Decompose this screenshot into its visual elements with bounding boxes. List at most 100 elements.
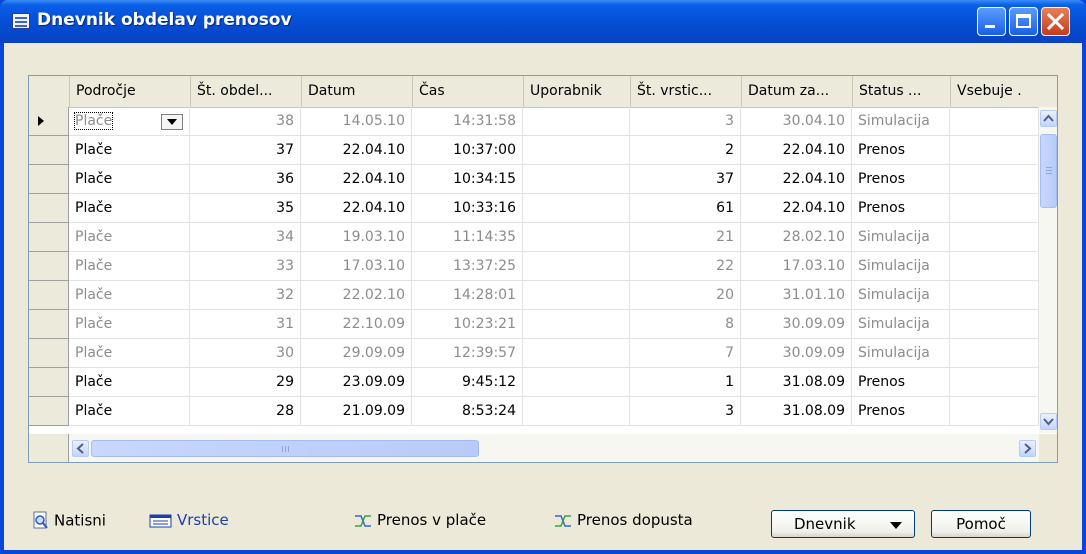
cell-status[interactable]: Prenos [852, 136, 950, 165]
cell-uporabnik[interactable] [523, 397, 630, 426]
row-selector[interactable] [29, 165, 69, 194]
cell-datum[interactable]: 19.03.10 [301, 223, 412, 252]
minimize-button[interactable] [977, 7, 1006, 36]
col-header-datum[interactable]: Datum [301, 76, 412, 107]
cell-status[interactable]: Simulacija [852, 281, 950, 310]
cell-datum-za[interactable]: 31.08.09 [741, 368, 852, 397]
table-row[interactable]: Plače 31 22.10.09 10:23:21 8 30.09.09 Simulaci… [29, 310, 1039, 339]
cell-vrstic[interactable]: 3 [630, 107, 741, 136]
cell-uporabnik[interactable] [523, 194, 630, 223]
cell-datum[interactable]: 22.10.09 [301, 310, 412, 339]
maximize-button[interactable] [1009, 7, 1038, 36]
cell-uporabnik[interactable] [523, 165, 630, 194]
cell-vrstic[interactable]: 22 [630, 252, 741, 281]
cell-cas[interactable]: 9:45:12 [412, 368, 523, 397]
cell-vsebuje[interactable] [950, 223, 1039, 252]
vertical-scrollbar[interactable] [1039, 107, 1057, 433]
table-row[interactable]: Plače 38 14.05.10 14:31:58 3 30.04.10 Simulaci… [29, 107, 1039, 136]
cell-st[interactable]: 33 [190, 252, 301, 281]
cell-status[interactable]: Simulacija [852, 252, 950, 281]
cell-st[interactable]: 29 [190, 368, 301, 397]
table-row[interactable]: Plače 28 21.09.09 8:53:24 3 31.08.09 Prenos [29, 397, 1039, 426]
cell-status[interactable]: Prenos [852, 397, 950, 426]
cell-podrocje[interactable]: Plače [69, 136, 190, 165]
natisni-action[interactable]: Natisni [32, 511, 106, 531]
vertical-scroll-thumb[interactable] [1040, 134, 1057, 208]
cell-datum-za[interactable]: 31.08.09 [741, 397, 852, 426]
cell-vsebuje[interactable] [950, 281, 1039, 310]
scroll-right-button[interactable] [1019, 440, 1036, 457]
row-selector[interactable] [29, 223, 69, 252]
cell-cas[interactable]: 10:37:00 [412, 136, 523, 165]
col-header-st-obdelave[interactable]: Št. obdel... [190, 76, 301, 107]
cell-datum[interactable]: 17.03.10 [301, 252, 412, 281]
cell-status[interactable]: Prenos [852, 165, 950, 194]
scroll-left-button[interactable] [72, 440, 89, 457]
cell-vsebuje[interactable] [950, 397, 1039, 426]
cell-vsebuje[interactable] [950, 252, 1039, 281]
cell-uporabnik[interactable] [523, 252, 630, 281]
table-row[interactable]: Plače 34 19.03.10 11:14:35 21 28.02.10 Simulac… [29, 223, 1039, 252]
cell-vrstic[interactable]: 7 [630, 339, 741, 368]
row-selector[interactable] [29, 397, 69, 426]
cell-podrocje[interactable]: Plače [69, 281, 190, 310]
cell-vrstic[interactable]: 61 [630, 194, 741, 223]
field-dropdown-button[interactable] [161, 114, 183, 130]
cell-uporabnik[interactable] [523, 136, 630, 165]
row-selector[interactable] [29, 310, 69, 339]
cell-st[interactable]: 34 [190, 223, 301, 252]
col-header-cas[interactable]: Čas [412, 76, 523, 107]
col-header-podrocje[interactable]: Področje [69, 76, 190, 107]
cell-vsebuje[interactable] [950, 165, 1039, 194]
vrstice-action[interactable]: Vrstice [149, 511, 229, 529]
table-row[interactable]: Plače 36 22.04.10 10:34:15 37 22.04.10 Prenos [29, 165, 1039, 194]
table-row[interactable]: Plače 33 17.03.10 13:37:25 22 17.03.10 Simulac… [29, 252, 1039, 281]
cell-st[interactable]: 32 [190, 281, 301, 310]
cell-datum[interactable]: 22.04.10 [301, 194, 412, 223]
table-row[interactable]: Plače 37 22.04.10 10:37:00 2 22.04.10 Prenos [29, 136, 1039, 165]
cell-datum-za[interactable]: 28.02.10 [741, 223, 852, 252]
cell-vrstic[interactable]: 1 [630, 368, 741, 397]
cell-cas[interactable]: 13:37:25 [412, 252, 523, 281]
cell-vrstic[interactable]: 37 [630, 165, 741, 194]
cell-podrocje[interactable]: Plače [69, 368, 190, 397]
cell-datum[interactable]: 21.09.09 [301, 397, 412, 426]
prenos-v-place-action[interactable]: Prenos v plače [353, 511, 486, 529]
cell-podrocje[interactable]: Plače [69, 339, 190, 368]
cell-datum[interactable]: 22.04.10 [301, 136, 412, 165]
cell-vsebuje[interactable] [950, 136, 1039, 165]
cell-st[interactable]: 38 [190, 107, 301, 136]
cell-podrocje[interactable]: Plače [69, 107, 190, 136]
cell-vrstic[interactable]: 3 [630, 397, 741, 426]
cell-datum-za[interactable]: 22.04.10 [741, 194, 852, 223]
cell-status[interactable]: Simulacija [852, 339, 950, 368]
col-header-status[interactable]: Status ... [852, 76, 950, 107]
cell-datum-za[interactable]: 31.01.10 [741, 281, 852, 310]
cell-datum[interactable]: 22.02.10 [301, 281, 412, 310]
cell-uporabnik[interactable] [523, 223, 630, 252]
col-header-vsebuje[interactable]: Vsebuje . [950, 76, 1039, 107]
cell-datum[interactable]: 22.04.10 [301, 165, 412, 194]
cell-uporabnik[interactable] [523, 107, 630, 136]
cell-datum-za[interactable]: 30.04.10 [741, 107, 852, 136]
cell-datum-za[interactable]: 22.04.10 [741, 165, 852, 194]
cell-podrocje[interactable]: Plače [69, 252, 190, 281]
cell-st[interactable]: 30 [190, 339, 301, 368]
cell-vsebuje[interactable] [950, 310, 1039, 339]
cell-vrstic[interactable]: 8 [630, 310, 741, 339]
col-header-st-vrstic[interactable]: Št. vrstic... [630, 76, 741, 107]
cell-datum-za[interactable]: 30.09.09 [741, 339, 852, 368]
cell-datum-za[interactable]: 30.09.09 [741, 310, 852, 339]
horizontal-scrollbar[interactable] [69, 434, 1039, 462]
table-row[interactable]: Plače 29 23.09.09 9:45:12 1 31.08.09 Prenos [29, 368, 1039, 397]
title-bar[interactable]: Dnevnik obdelav prenosov [0, 0, 1086, 43]
close-button[interactable] [1041, 7, 1070, 36]
cell-uporabnik[interactable] [523, 368, 630, 397]
cell-vrstic[interactable]: 2 [630, 136, 741, 165]
cell-datum[interactable]: 29.09.09 [301, 339, 412, 368]
cell-vsebuje[interactable] [950, 194, 1039, 223]
cell-cas[interactable]: 8:53:24 [412, 397, 523, 426]
cell-podrocje[interactable]: Plače [69, 310, 190, 339]
cell-st[interactable]: 37 [190, 136, 301, 165]
cell-cas[interactable]: 10:23:21 [412, 310, 523, 339]
